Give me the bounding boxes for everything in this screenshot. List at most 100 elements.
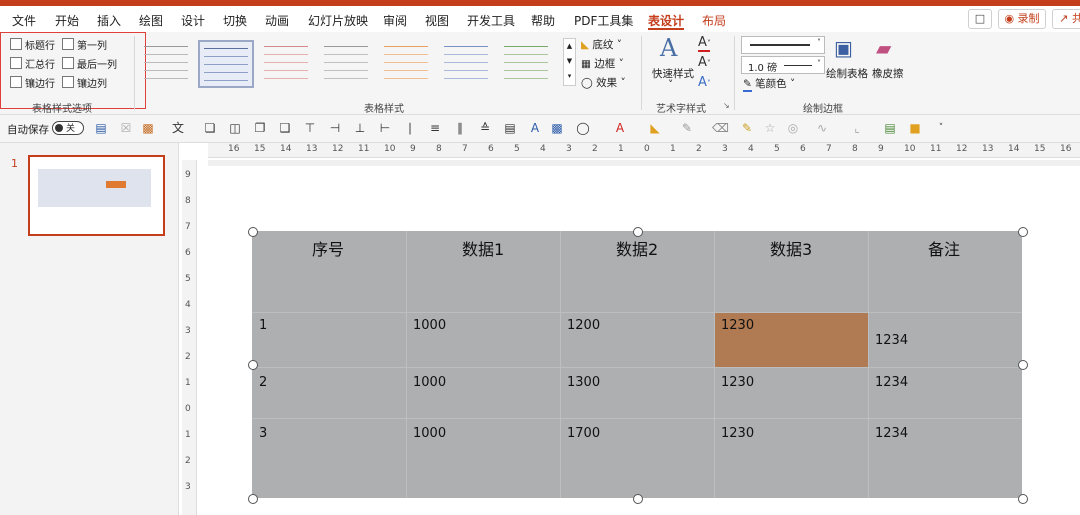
tab-pdf-tools[interactable]: PDF工具集 — [574, 12, 633, 29]
resize-handle-bottom-right[interactable] — [1018, 494, 1028, 504]
share-button[interactable]: ↗ 共 — [1052, 9, 1080, 29]
tab-insert[interactable]: 插入 — [97, 12, 121, 29]
tab-transitions[interactable]: 切换 — [223, 12, 247, 29]
align-left-icon[interactable]: ⊢ — [378, 121, 392, 135]
tab-animations[interactable]: 动画 — [265, 12, 289, 29]
align-bottom-icon[interactable]: ⊥ — [353, 121, 367, 135]
data-table[interactable] — [252, 231, 1022, 498]
autosave-toggle[interactable]: 关 — [52, 121, 84, 135]
text-effects-icon[interactable]: A˅ — [698, 75, 711, 90]
format-painter-icon[interactable]: ⌫ — [712, 121, 729, 135]
text-outline-icon[interactable]: A˅ — [698, 55, 711, 70]
total-row-checkbox[interactable] — [10, 57, 22, 69]
table-cell[interactable]: 1230 — [721, 426, 754, 441]
layout-icon[interactable]: ▩ — [141, 121, 155, 135]
table-style-green[interactable] — [500, 40, 552, 84]
close-window-icon[interactable]: ☒ — [119, 121, 133, 135]
wordart-launcher-icon[interactable]: ↘ — [723, 101, 730, 110]
tab-draw[interactable]: 绘图 — [139, 12, 163, 29]
header-cell[interactable]: 序号 — [312, 236, 344, 260]
fill-color-icon[interactable]: ◣ — [648, 121, 662, 135]
table-cell[interactable]: 1230 — [721, 375, 754, 390]
table-cell[interactable]: 1200 — [567, 318, 600, 333]
bring-forward-icon[interactable]: ❐ — [253, 121, 267, 135]
distribute-v-icon[interactable]: ≙ — [478, 121, 492, 135]
table-cell[interactable]: 1000 — [413, 426, 446, 441]
star-icon[interactable]: ☆ — [763, 121, 777, 135]
table-style-orange[interactable] — [380, 40, 432, 84]
borders-button[interactable]: ▦ 边框 ˅ — [581, 56, 624, 71]
textbox-icon[interactable]: A — [528, 121, 542, 135]
table-cell[interactable]: 1000 — [413, 318, 446, 333]
pen-style-select[interactable]: ˅ — [741, 36, 825, 54]
table-cell[interactable]: 2 — [259, 375, 267, 390]
resize-handle-top[interactable] — [633, 227, 643, 237]
save-icon[interactable]: ▤ — [94, 121, 108, 135]
shading-button[interactable]: ◣ 底纹 ˅ — [581, 37, 622, 52]
quick-style-dropdown-icon[interactable]: ˅ — [668, 79, 673, 91]
effects-shape-icon[interactable]: ◎ — [786, 121, 800, 135]
table-insert-icon[interactable]: ▤ — [883, 121, 897, 135]
line-style-icon[interactable]: ∿ — [815, 121, 829, 135]
comment-button[interactable]: □ — [968, 9, 992, 29]
style-gallery-scroll[interactable]: ▲ ▼ ▾ — [563, 38, 576, 86]
crop-tool-icon[interactable]: ⌞ — [850, 121, 864, 135]
table-cell[interactable]: 1700 — [567, 426, 600, 441]
shapes-icon[interactable]: ◯ — [576, 121, 590, 135]
first-column-checkbox[interactable] — [62, 38, 74, 50]
header-cell[interactable]: 数据2 — [616, 236, 658, 260]
brush-icon[interactable]: ✎ — [740, 121, 754, 135]
resize-handle-top-right[interactable] — [1018, 227, 1028, 237]
resize-handle-bottom-left[interactable] — [248, 494, 258, 504]
group-icon[interactable]: ◫ — [228, 121, 242, 135]
tab-developer[interactable]: 开发工具 — [467, 12, 515, 29]
header-cell[interactable]: 数据1 — [462, 236, 504, 260]
align-right-icon[interactable]: ⊣ — [328, 121, 342, 135]
resize-handle-left[interactable] — [248, 360, 258, 370]
table-cell[interactable]: 1234 — [875, 375, 908, 390]
align-top-icon[interactable]: ⊤ — [303, 121, 317, 135]
table-cell[interactable]: 1000 — [413, 375, 446, 390]
table-cell[interactable]: 1 — [259, 318, 267, 333]
outline-color-icon[interactable]: ✎ — [680, 121, 694, 135]
banded-columns-checkbox[interactable] — [62, 76, 74, 88]
table-cell[interactable]: 1230 — [721, 318, 754, 333]
tab-table-design[interactable]: 表设计 — [648, 12, 684, 29]
resize-handle-right[interactable] — [1018, 360, 1028, 370]
text-fill-icon[interactable]: A˅ — [698, 35, 711, 50]
effects-button[interactable]: ◯ 效果 ˅ — [581, 75, 626, 90]
customize-toolbar-icon[interactable]: ˅ — [934, 121, 948, 135]
resize-handle-bottom[interactable] — [633, 494, 643, 504]
eraser-label[interactable]: 橡皮擦 — [872, 66, 904, 81]
quick-style-a-icon[interactable]: A — [660, 34, 677, 62]
font-color-icon[interactable]: A — [613, 121, 627, 135]
table-cell[interactable]: 3 — [259, 426, 267, 441]
slide-thumbnail[interactable] — [28, 155, 165, 236]
draw-table-icon[interactable]: ▣ — [834, 36, 860, 60]
tab-home[interactable]: 开始 — [55, 12, 79, 29]
table-style-red[interactable] — [260, 40, 312, 84]
table-style-blue-2[interactable] — [440, 40, 492, 84]
distribute-h-icon[interactable]: ∥ — [453, 121, 467, 135]
header-row-checkbox[interactable] — [10, 38, 22, 50]
header-cell[interactable]: 备注 — [928, 236, 960, 260]
crop-icon[interactable]: ▩ — [550, 121, 564, 135]
send-backward-icon[interactable]: ❑ — [278, 121, 292, 135]
picture-icon[interactable]: ▤ — [503, 121, 517, 135]
pen-weight-select[interactable]: 1.0 磅 ˅ — [741, 56, 825, 74]
table-cell[interactable]: 1300 — [567, 375, 600, 390]
pen-color-button[interactable]: ✎ 笔颜色 ˅ — [743, 76, 795, 92]
tab-layout[interactable]: 布局 — [702, 12, 726, 29]
last-column-checkbox[interactable] — [62, 57, 74, 69]
resize-handle-top-left[interactable] — [248, 227, 258, 237]
table-cell[interactable]: 1234 — [875, 333, 908, 348]
table-style-gray-2[interactable] — [320, 40, 372, 84]
eraser-icon[interactable]: ▰ — [876, 36, 902, 60]
tab-file[interactable]: 文件 — [12, 12, 36, 29]
banded-rows-checkbox[interactable] — [10, 76, 22, 88]
align-center-icon[interactable]: ∣ — [403, 121, 417, 135]
draw-table-label[interactable]: 绘制表格 — [826, 66, 868, 81]
header-cell[interactable]: 数据3 — [770, 236, 812, 260]
text-direction-icon[interactable]: 文 — [171, 121, 185, 135]
copy-format-icon[interactable]: ❏ — [203, 121, 217, 135]
